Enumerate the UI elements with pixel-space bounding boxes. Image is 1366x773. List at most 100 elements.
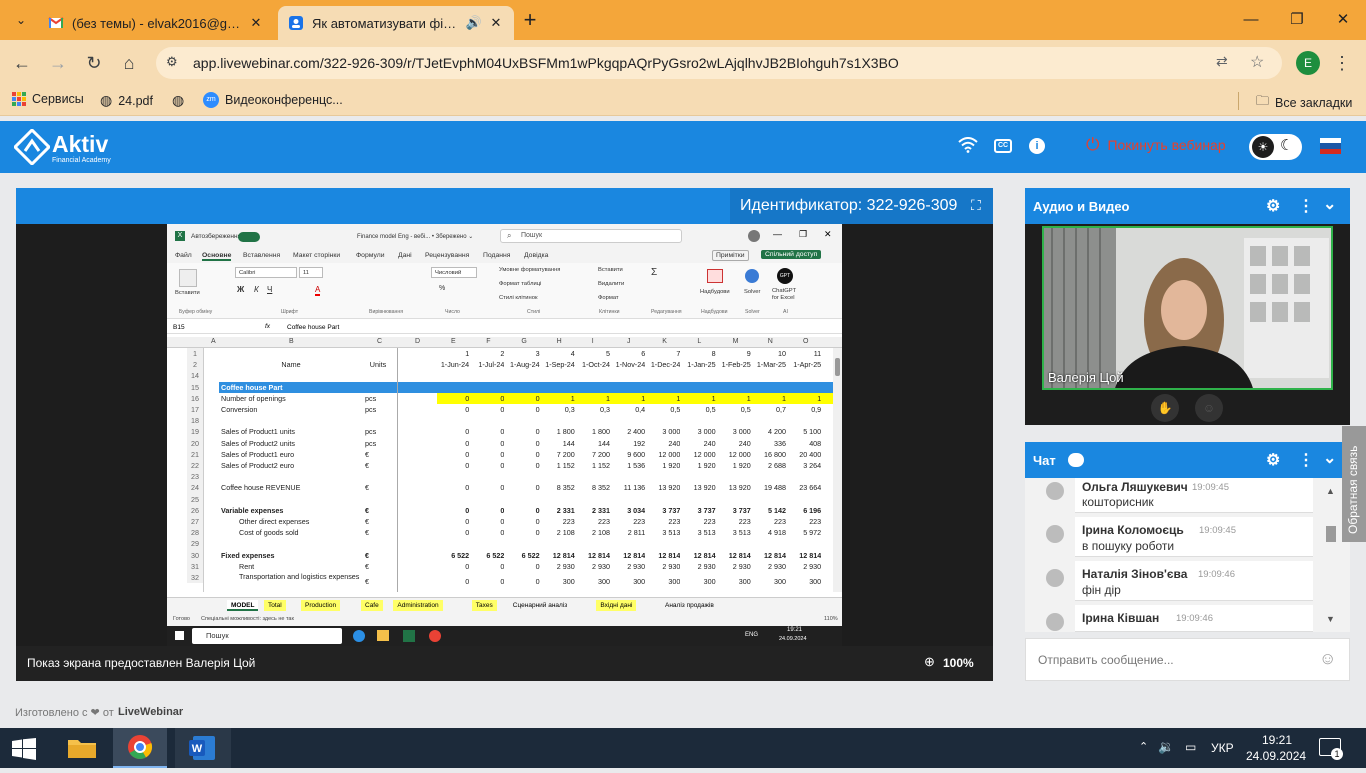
value-cell[interactable]: 2: [472, 348, 504, 359]
value-cell[interactable]: 4 200: [754, 426, 786, 437]
paste-icon[interactable]: [179, 269, 197, 287]
row-number[interactable]: 27: [187, 516, 203, 528]
value-cell[interactable]: 3 264: [789, 460, 821, 471]
row-label[interactable]: Sales of Product2 euro: [221, 460, 361, 471]
chat-scrollbar[interactable]: ▲ ▼: [1324, 486, 1338, 626]
value-cell[interactable]: 223: [683, 516, 716, 527]
volume-icon[interactable]: 🔉: [1158, 739, 1174, 755]
zoom-level[interactable]: 100%: [943, 656, 974, 670]
leave-webinar-button[interactable]: ⏻ Покинуть вебинар: [1086, 135, 1226, 155]
close-window-button[interactable]: ✕: [1328, 8, 1358, 32]
value-cell[interactable]: 6: [613, 348, 645, 359]
notes-button[interactable]: Примітки: [712, 250, 749, 261]
row-unit[interactable]: pcs: [365, 426, 391, 437]
bookmark-pdf[interactable]: ◍ 24.pdf: [100, 92, 153, 109]
row-unit[interactable]: pcs: [365, 393, 391, 404]
row-label[interactable]: Other direct expenses: [239, 516, 361, 527]
column-header-A[interactable]: A: [211, 338, 216, 345]
value-cell[interactable]: 0: [437, 516, 469, 527]
value-cell[interactable]: 1: [543, 393, 575, 404]
value-cell[interactable]: 0: [472, 482, 504, 493]
restore-window-button[interactable]: ❐: [1282, 8, 1312, 32]
ribbon-tab-layout[interactable]: Макет сторінки: [293, 252, 340, 259]
reload-icon[interactable]: ↻: [82, 51, 106, 75]
row-number[interactable]: 22: [187, 460, 203, 472]
ribbon-tab-home[interactable]: Основне: [202, 252, 232, 261]
bookmark-star-icon[interactable]: ☆: [1250, 52, 1264, 72]
column-header-C[interactable]: C: [377, 338, 382, 345]
value-cell[interactable]: 2 108: [578, 527, 610, 538]
value-cell[interactable]: 3: [507, 348, 540, 359]
column-header-N[interactable]: N: [768, 338, 773, 345]
value-cell[interactable]: 0: [437, 438, 469, 449]
close-tab-icon[interactable]: ✕: [248, 15, 264, 31]
row-label[interactable]: Cost of goods sold: [239, 527, 361, 538]
value-cell[interactable]: 2 331: [543, 505, 575, 516]
value-cell[interactable]: 2 930: [719, 561, 751, 572]
number-format-box[interactable]: Числовий: [431, 267, 477, 278]
value-cell[interactable]: 12 814: [543, 550, 575, 561]
row-number[interactable]: 2: [187, 359, 203, 371]
start-button[interactable]: [12, 738, 36, 760]
value-cell[interactable]: 12 814: [683, 550, 716, 561]
value-cell[interactable]: 12 814: [648, 550, 680, 561]
chat-participants-icon[interactable]: [1068, 453, 1084, 467]
value-cell[interactable]: 3 034: [613, 505, 645, 516]
bold-button[interactable]: Ж: [237, 285, 244, 294]
ribbon-tab-view[interactable]: Подання: [483, 252, 510, 259]
column-header-O[interactable]: O: [803, 338, 808, 345]
value-cell[interactable]: 1: [719, 393, 751, 404]
chatgpt-icon[interactable]: GPT: [777, 268, 793, 284]
value-cell[interactable]: 336: [754, 438, 786, 449]
value-cell[interactable]: 0,3: [543, 404, 575, 415]
value-cell[interactable]: 0: [437, 482, 469, 493]
value-cell[interactable]: 2 930: [648, 561, 680, 572]
chat-gear-icon[interactable]: ⚙: [1266, 450, 1280, 470]
row-number[interactable]: 29: [187, 538, 203, 550]
emoji-icon[interactable]: ☺: [1319, 649, 1336, 669]
value-cell[interactable]: 0: [472, 460, 504, 471]
value-cell[interactable]: 16 800: [754, 449, 786, 460]
value-cell[interactable]: 223: [543, 516, 575, 527]
clock-date[interactable]: 24.09.2024: [1246, 749, 1306, 763]
value-cell[interactable]: 0: [507, 527, 540, 538]
autosave-toggle[interactable]: [238, 232, 260, 242]
value-cell[interactable]: 19 488: [754, 482, 786, 493]
value-cell[interactable]: 0,3: [578, 404, 610, 415]
value-cell[interactable]: 6 522: [472, 550, 504, 561]
value-cell[interactable]: 0: [472, 561, 504, 572]
scroll-down-icon[interactable]: ▼: [1326, 614, 1335, 624]
value-cell[interactable]: 408: [789, 438, 821, 449]
column-header-F[interactable]: F: [486, 338, 490, 345]
value-cell[interactable]: 7: [648, 348, 680, 359]
more-vertical-icon[interactable]: ⋮: [1298, 196, 1314, 216]
value-cell[interactable]: 0: [437, 393, 469, 404]
value-cell[interactable]: 223: [754, 516, 786, 527]
value-cell[interactable]: 11: [789, 348, 821, 359]
value-cell[interactable]: 1 920: [648, 460, 680, 471]
format-table-button[interactable]: Формат таблиці: [499, 281, 541, 287]
sheet-tab[interactable]: Administration: [393, 600, 443, 611]
row-number[interactable]: 21: [187, 448, 203, 460]
translate-icon[interactable]: ⇄: [1216, 53, 1228, 70]
row-label[interactable]: Rent: [239, 561, 361, 572]
value-cell[interactable]: 1 800: [578, 426, 610, 437]
column-header-J[interactable]: J: [627, 338, 631, 345]
value-cell[interactable]: 2 930: [683, 561, 716, 572]
value-cell[interactable]: 2 930: [578, 561, 610, 572]
value-cell[interactable]: 1 800: [543, 426, 575, 437]
sheet-tab[interactable]: Taxes: [471, 600, 497, 611]
value-cell[interactable]: 0: [507, 561, 540, 572]
sheet-tab[interactable]: Аналіз продажів: [661, 600, 718, 611]
row-unit[interactable]: €: [365, 576, 391, 587]
site-info-icon[interactable]: ⚙: [166, 54, 178, 70]
bookmark-services[interactable]: Сервисы: [12, 92, 84, 106]
row-number[interactable]: 16: [187, 392, 203, 404]
row-label[interactable]: Conversion: [221, 404, 361, 415]
address-bar[interactable]: ⚙ app.livewebinar.com/322-926-309/r/TJet…: [156, 47, 1282, 79]
autosum-icon[interactable]: Σ: [651, 267, 657, 278]
value-cell[interactable]: 1-Mar-25: [754, 359, 786, 370]
value-cell[interactable]: 3 513: [648, 527, 680, 538]
value-cell[interactable]: 0,9: [789, 404, 821, 415]
value-cell[interactable]: 1-Jun-24: [437, 359, 469, 370]
